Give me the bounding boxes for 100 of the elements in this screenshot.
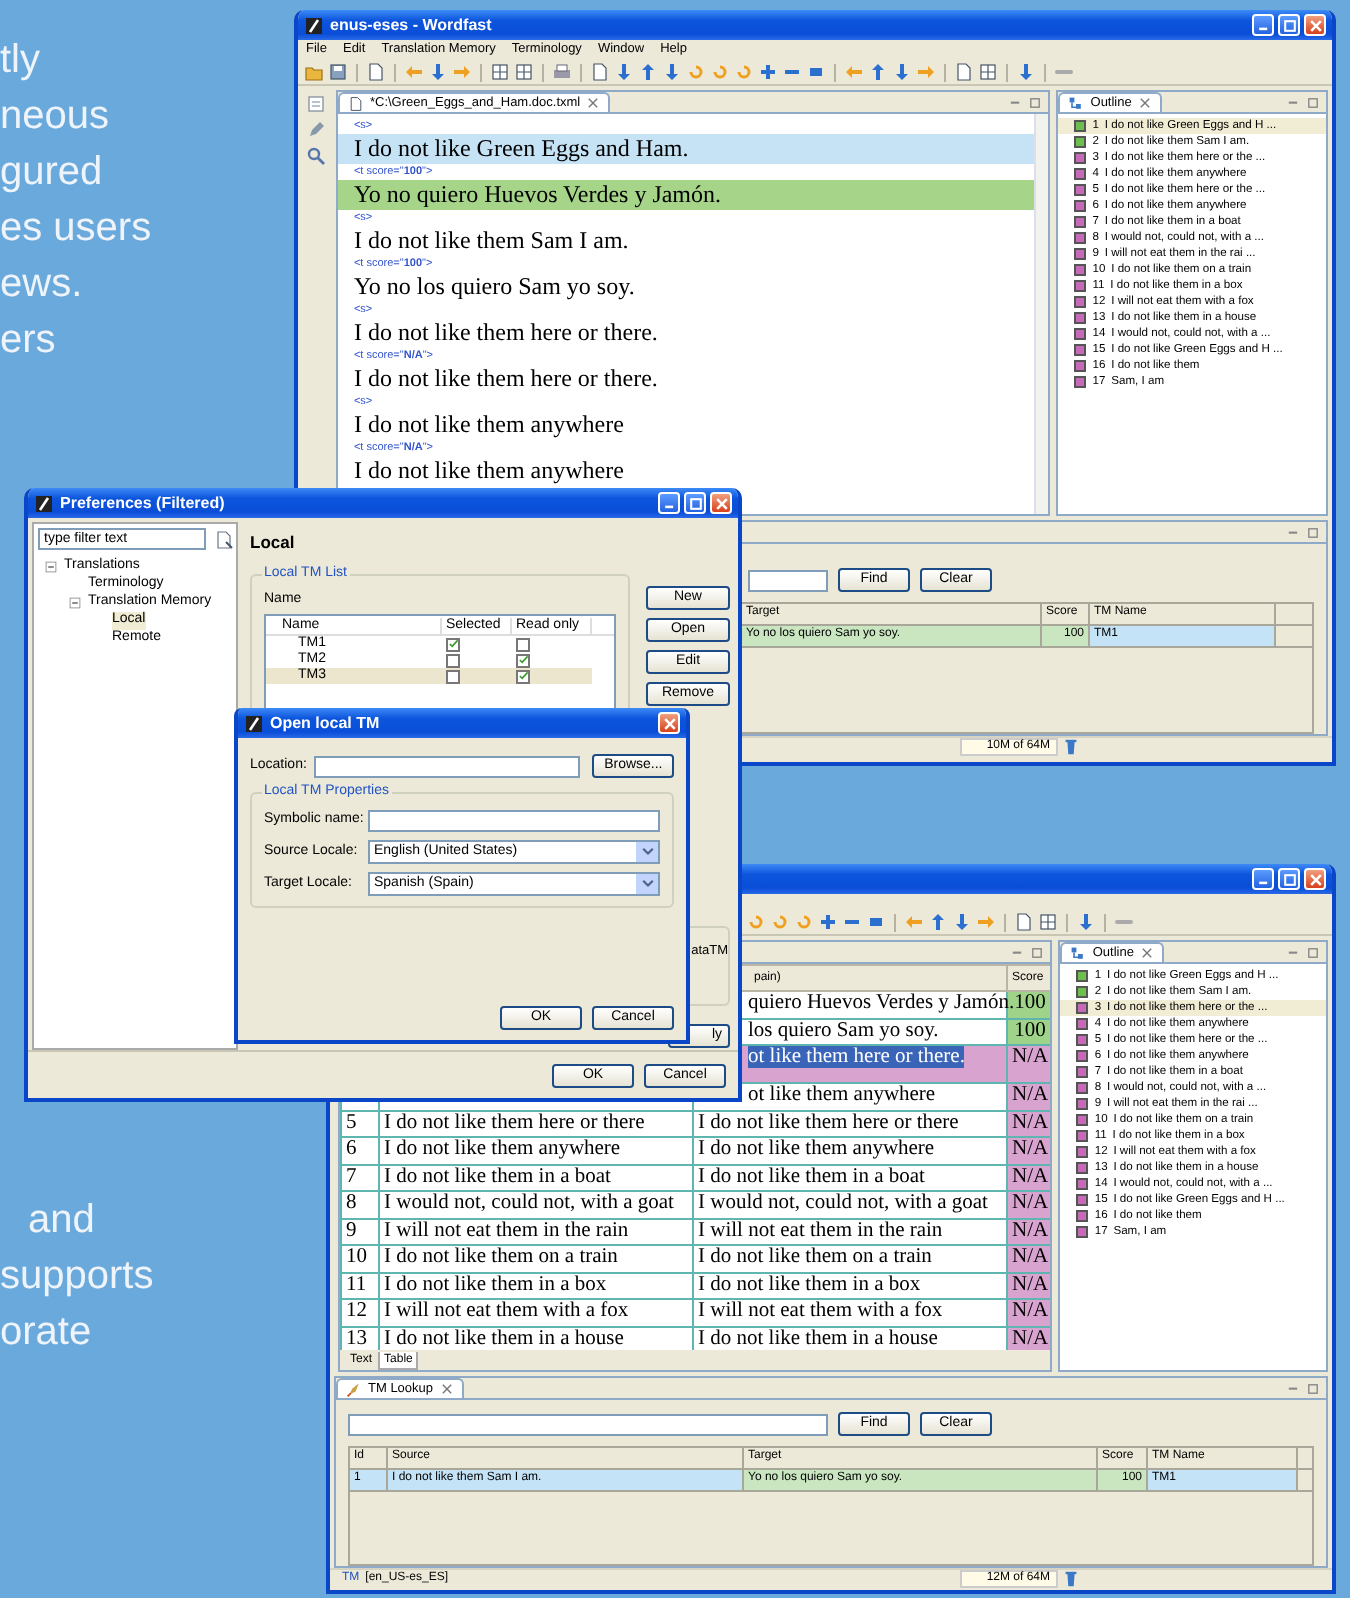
min-button[interactable]: [1252, 868, 1274, 890]
down-arrow-icon[interactable]: [952, 912, 972, 932]
table-cell: ot like them here or there.: [748, 1046, 965, 1068]
checkbox[interactable]: [516, 653, 530, 668]
body-text: tly: [0, 36, 42, 86]
maximize-icon[interactable]: [1306, 95, 1320, 109]
table-cell: 10: [341, 1245, 379, 1272]
trash-icon[interactable]: [1062, 1570, 1080, 1588]
max-button[interactable]: [1278, 14, 1300, 36]
checkbox[interactable]: [516, 637, 530, 652]
collapse-icon[interactable]: [44, 560, 58, 574]
grid-icon[interactable]: [490, 62, 510, 82]
grid-icon[interactable]: [978, 62, 998, 82]
window-title: Open local TM: [270, 713, 380, 733]
trash-icon[interactable]: [1062, 738, 1080, 756]
table-cell: I will not eat them in the rain: [698, 1219, 943, 1241]
down-arrow-icon[interactable]: [614, 62, 634, 82]
pencil-icon[interactable]: [305, 120, 326, 140]
maximize-icon[interactable]: [1306, 945, 1320, 959]
table-cell: I do not like them in a boat: [379, 1164, 693, 1191]
page-title: Local: [250, 531, 295, 553]
table-cell: I would not, could not, with a goat: [698, 1192, 988, 1214]
check-icon: [447, 638, 459, 651]
maximize-icon: [687, 495, 703, 511]
table-cell: ot like them anywhere: [748, 1084, 936, 1106]
checkbox[interactable]: [446, 669, 460, 684]
min-button[interactable]: [658, 492, 680, 514]
square-icon[interactable]: [866, 912, 886, 932]
printer-icon[interactable]: [552, 62, 572, 82]
segment-text[interactable]: I do not like them Sam I am.: [337, 226, 1035, 256]
segment-text[interactable]: I do not like them anywhere: [337, 456, 1035, 486]
close-button[interactable]: [1304, 868, 1326, 890]
search-field[interactable]: [348, 1413, 828, 1435]
magnifier-icon[interactable]: [305, 146, 326, 166]
segment-text[interactable]: I do not like them here or there.: [337, 318, 1035, 348]
min-button[interactable]: [1252, 14, 1274, 36]
close-icon[interactable]: [586, 96, 601, 110]
down-arrow-icon[interactable]: [662, 62, 682, 82]
close-icon: [1307, 871, 1323, 887]
up-arrow-icon[interactable]: [868, 62, 888, 82]
close-icon: [713, 495, 729, 511]
close-icon[interactable]: [439, 1382, 454, 1396]
grid-icon[interactable]: [1038, 912, 1058, 932]
segment-text[interactable]: Yo no los quiero Sam yo soy.: [337, 272, 1035, 302]
app-icon: [34, 493, 54, 513]
app-icon: [244, 713, 264, 733]
page-icon[interactable]: [590, 62, 610, 82]
segment-text[interactable]: Yo no quiero Huevos Verdes y Jamón.: [337, 180, 1035, 210]
table-cell: I do not like them here or there: [698, 1111, 959, 1133]
table-cell: I do not like them anywhere: [698, 1138, 935, 1160]
down-arrow-icon[interactable]: [1076, 912, 1096, 932]
maximize-icon[interactable]: [1028, 95, 1043, 109]
plus-icon[interactable]: [758, 62, 778, 82]
up-arrow-icon[interactable]: [638, 62, 658, 82]
body-text: orate: [0, 1308, 94, 1358]
page-icon[interactable]: [1014, 912, 1034, 932]
table-cell: 12: [341, 1299, 379, 1326]
outline-icon: [1070, 945, 1087, 961]
table-cell: I do not like them in a box: [379, 1272, 693, 1299]
table-cell: I would not, could not, with a goat: [379, 1191, 693, 1218]
table-cell: 6: [341, 1137, 379, 1164]
app-icon: [304, 15, 324, 35]
maximize-icon[interactable]: [1030, 945, 1045, 959]
table-cell: I do not like them here or there: [379, 1110, 693, 1137]
table-cell: I do not like them on a train: [379, 1245, 693, 1272]
body-text: es users: [0, 204, 152, 254]
close-icon[interactable]: [1139, 946, 1154, 960]
segment-text[interactable]: I do not like Green Eggs and Ham.: [337, 134, 1035, 164]
location-field[interactable]: [314, 755, 581, 777]
folder-icon[interactable]: [304, 62, 324, 82]
table-cell: I do not like them in a house: [698, 1327, 938, 1349]
segment-text[interactable]: I do not like them here or there.: [337, 364, 1035, 394]
max-button[interactable]: [684, 492, 706, 514]
outline-icon: [1068, 95, 1085, 111]
text-field[interactable]: [368, 810, 660, 832]
page-icon[interactable]: [305, 94, 326, 114]
maximize-icon[interactable]: [1306, 1381, 1320, 1395]
checkbox[interactable]: [516, 669, 530, 684]
clear-filter-icon[interactable]: [214, 529, 234, 549]
search-field[interactable]: [748, 569, 828, 591]
table-cell: I do not like them in a boat: [698, 1165, 925, 1187]
page-icon[interactable]: [954, 62, 974, 82]
up-arrow-icon[interactable]: [928, 912, 948, 932]
close-button[interactable]: [658, 712, 680, 734]
square-icon[interactable]: [806, 62, 826, 82]
close-button[interactable]: [710, 492, 732, 514]
down-arrow-icon[interactable]: [428, 62, 448, 82]
collapse-icon[interactable]: [68, 596, 82, 610]
grid-icon[interactable]: [514, 62, 534, 82]
segment-text[interactable]: I do not like them anywhere: [337, 410, 1035, 440]
checkbox[interactable]: [446, 653, 460, 668]
max-button[interactable]: [1278, 868, 1300, 890]
close-button[interactable]: [1304, 14, 1326, 36]
checkbox[interactable]: [446, 637, 460, 652]
down-arrow-icon[interactable]: [1016, 62, 1036, 82]
page-icon[interactable]: [366, 62, 386, 82]
maximize-icon[interactable]: [1306, 525, 1320, 539]
down-arrow-icon[interactable]: [892, 62, 912, 82]
plus-icon[interactable]: [818, 912, 838, 932]
close-icon[interactable]: [1137, 96, 1152, 110]
